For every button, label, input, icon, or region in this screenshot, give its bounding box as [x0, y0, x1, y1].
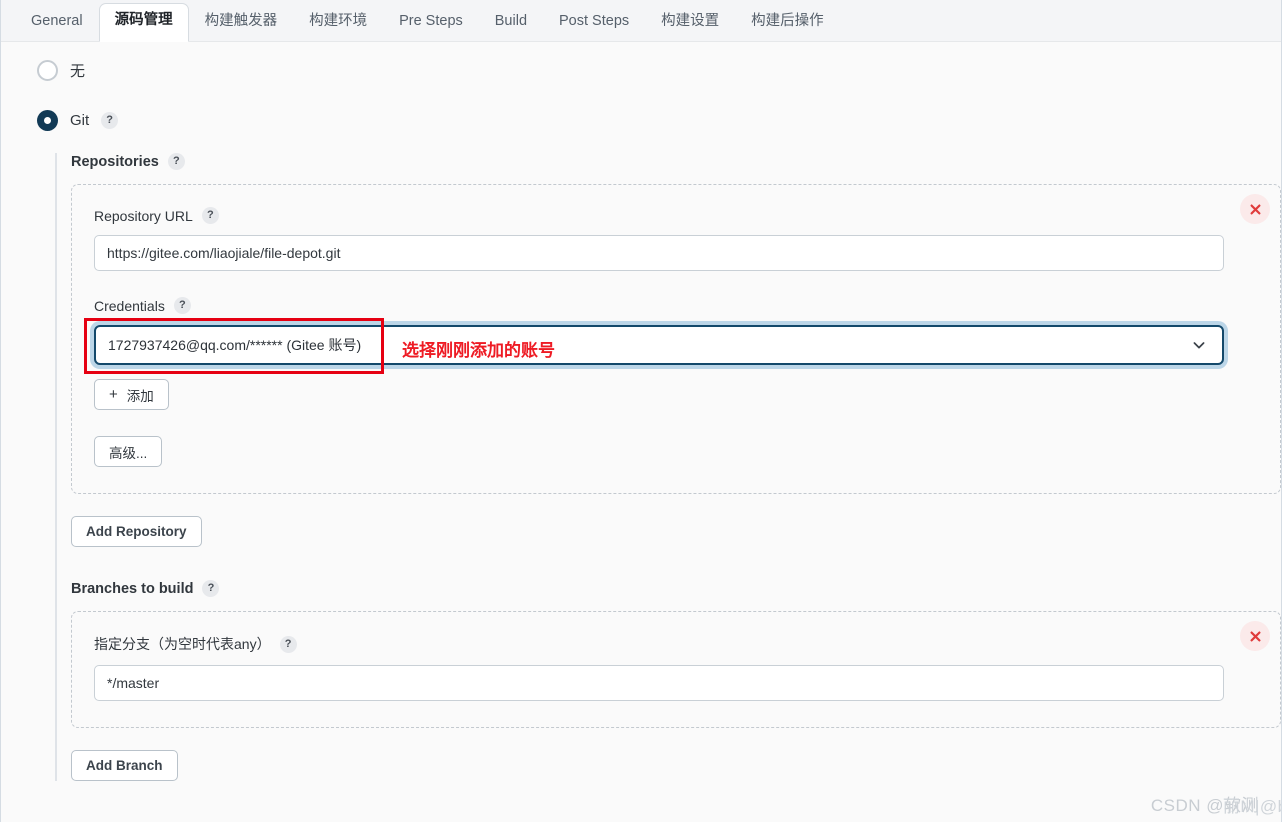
tab-post-build-actions[interactable]: 构建后操作 — [735, 4, 840, 42]
git-settings-block: Repositories ? Repository URL ? https://… — [55, 153, 1281, 781]
branches-label-text: Branches to build — [71, 580, 194, 597]
csdn-watermark: CSDN @软测 丽M|@bshjj1123 — [1151, 791, 1281, 816]
repository-url-input[interactable] — [94, 235, 1224, 271]
scm-option-git[interactable]: Git ? — [1, 81, 1281, 131]
tab-pre-steps[interactable]: Pre Steps — [383, 4, 479, 42]
repository-advanced-button[interactable]: 高级... — [94, 436, 163, 467]
radio-git[interactable] — [37, 110, 58, 131]
add-repository-button[interactable]: Add Repository — [71, 516, 202, 547]
repository-url-label-text: Repository URL — [94, 207, 193, 224]
add-branch-button[interactable]: Add Branch — [71, 750, 178, 781]
add-branch-row: Add Branch — [71, 750, 1281, 781]
plus-icon: + — [109, 386, 118, 403]
radio-git-label: Git — [70, 112, 90, 129]
radio-none-label: 无 — [70, 63, 86, 80]
config-tab-bar: General 源码管理 构建触发器 构建环境 Pre Steps Build … — [1, 0, 1281, 42]
tab-general[interactable]: General — [15, 4, 99, 42]
help-icon-branches[interactable]: ? — [202, 580, 220, 597]
repositories-label-text: Repositories — [71, 153, 159, 170]
credentials-label: Credentials ? — [94, 297, 1258, 314]
branch-specifier-label: 指定分支（为空时代表any） ? — [94, 634, 1258, 654]
scm-option-none[interactable]: 无 — [1, 42, 1281, 81]
jenkins-job-config-page: General 源码管理 构建触发器 构建环境 Pre Steps Build … — [0, 0, 1282, 822]
repository-advanced-row: 高级... — [94, 436, 1258, 467]
branch-specifier-input[interactable] — [94, 665, 1224, 701]
tab-build-environment[interactable]: 构建环境 — [293, 4, 383, 42]
credentials-label-text: Credentials — [94, 297, 165, 314]
watermark-overlay-text: 丽M|@bshjj1123 — [1222, 797, 1281, 816]
help-icon-git[interactable]: ? — [101, 112, 119, 129]
credentials-select[interactable]: 1727937426@qq.com/****** (Gitee 账号) — [94, 325, 1224, 365]
add-repository-row: Add Repository — [71, 516, 1281, 547]
branches-section-label: Branches to build ? — [71, 580, 1281, 597]
delete-branch-button[interactable] — [1240, 621, 1270, 651]
credentials-selected-value: 1727937426@qq.com/****** (Gitee 账号) — [108, 337, 362, 353]
close-icon — [1249, 630, 1262, 643]
help-icon-credentials[interactable]: ? — [173, 297, 191, 314]
scm-config-content: 无 Git ? Repositories ? Repository URL ? … — [1, 42, 1281, 822]
add-credentials-label: 添加 — [126, 388, 154, 404]
delete-repository-button[interactable] — [1240, 194, 1270, 224]
repository-entry: Repository URL ? Credentials ? 172793742… — [71, 184, 1281, 494]
add-credentials-row: + 添加 — [94, 379, 1258, 410]
credentials-field: Credentials ? 1727937426@qq.com/****** (… — [84, 297, 1258, 410]
repository-url-label: Repository URL ? — [94, 207, 1258, 224]
tab-post-steps[interactable]: Post Steps — [543, 4, 645, 42]
repositories-section-label: Repositories ? — [71, 153, 1281, 170]
radio-none[interactable] — [37, 60, 58, 81]
branch-specifier-field: 指定分支（为空时代表any） ? — [94, 634, 1258, 701]
tab-build-settings[interactable]: 构建设置 — [645, 4, 735, 42]
add-credentials-button[interactable]: + 添加 — [94, 379, 169, 410]
help-icon-repositories[interactable]: ? — [167, 153, 185, 170]
annotation-text: 选择刚刚添加的账号 — [402, 341, 555, 360]
tab-source-code-management[interactable]: 源码管理 — [98, 3, 189, 42]
repository-url-field: Repository URL ? — [94, 207, 1258, 271]
tab-build[interactable]: Build — [479, 4, 543, 42]
chevron-down-icon — [1192, 338, 1206, 352]
branch-entry: 指定分支（为空时代表any） ? — [71, 611, 1281, 728]
tab-build-triggers[interactable]: 构建触发器 — [189, 4, 294, 42]
help-icon-branch-specifier[interactable]: ? — [279, 635, 297, 653]
close-icon — [1249, 203, 1262, 216]
help-icon-repository-url[interactable]: ? — [201, 207, 219, 224]
branch-specifier-label-text: 指定分支（为空时代表any） — [94, 636, 271, 652]
